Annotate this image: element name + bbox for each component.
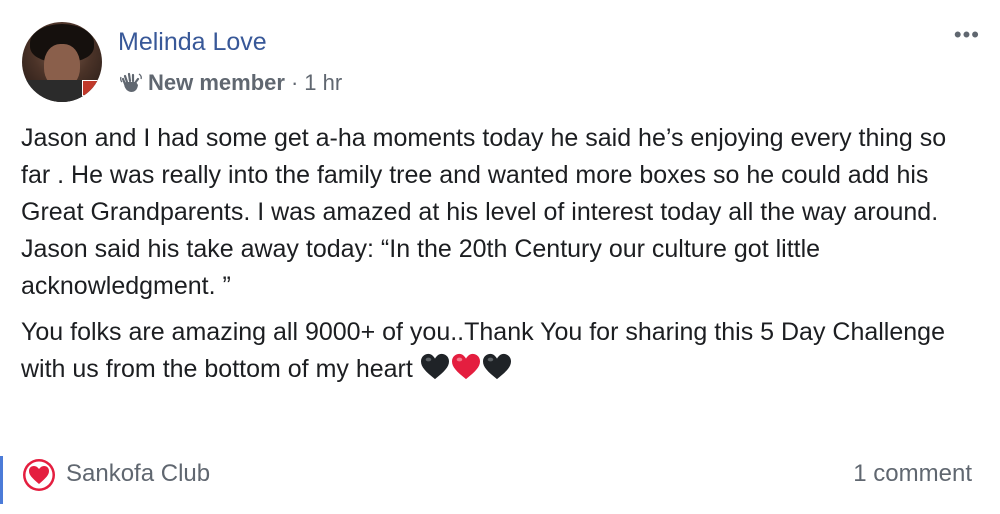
post-text-line: Jason and I had some get a-ha moments to… <box>21 124 947 226</box>
avatar-frame-badge <box>82 80 100 96</box>
comment-count-link[interactable]: 1 comment <box>853 460 972 488</box>
meta-separator: · <box>290 70 299 95</box>
heart-circle-icon[interactable] <box>22 458 56 492</box>
waving-hand-icon <box>118 70 144 96</box>
post-paragraph-2: You folks are amazing all 9000+ of you..… <box>21 314 981 392</box>
group-name-link[interactable]: Sankofa Club <box>66 460 210 488</box>
post-body: Jason and I had some get a-ha moments to… <box>21 120 981 392</box>
post-footer: Sankofa Club 1 comment <box>0 452 1000 504</box>
black-heart-icon <box>420 353 450 392</box>
post-card: Melinda Love New member · 1 hr ••• Jason… <box>0 0 1000 514</box>
black-heart-icon <box>482 353 512 392</box>
more-options-icon: ••• <box>953 22 980 47</box>
red-heart-icon <box>451 353 481 392</box>
post-meta: New member · 1 hr <box>118 70 342 96</box>
post-timestamp[interactable]: 1 hr <box>304 70 342 96</box>
more-options-button[interactable]: ••• <box>954 22 980 48</box>
focus-indicator-bar <box>0 456 3 504</box>
author-avatar[interactable] <box>22 22 102 102</box>
post-paragraph-1: Jason and I had some get a-ha moments to… <box>21 120 981 305</box>
member-badge[interactable]: New member <box>148 70 285 96</box>
post-text-line: Jason said his take away today: “In the … <box>21 235 821 300</box>
author-name[interactable]: Melinda Love <box>118 28 267 57</box>
